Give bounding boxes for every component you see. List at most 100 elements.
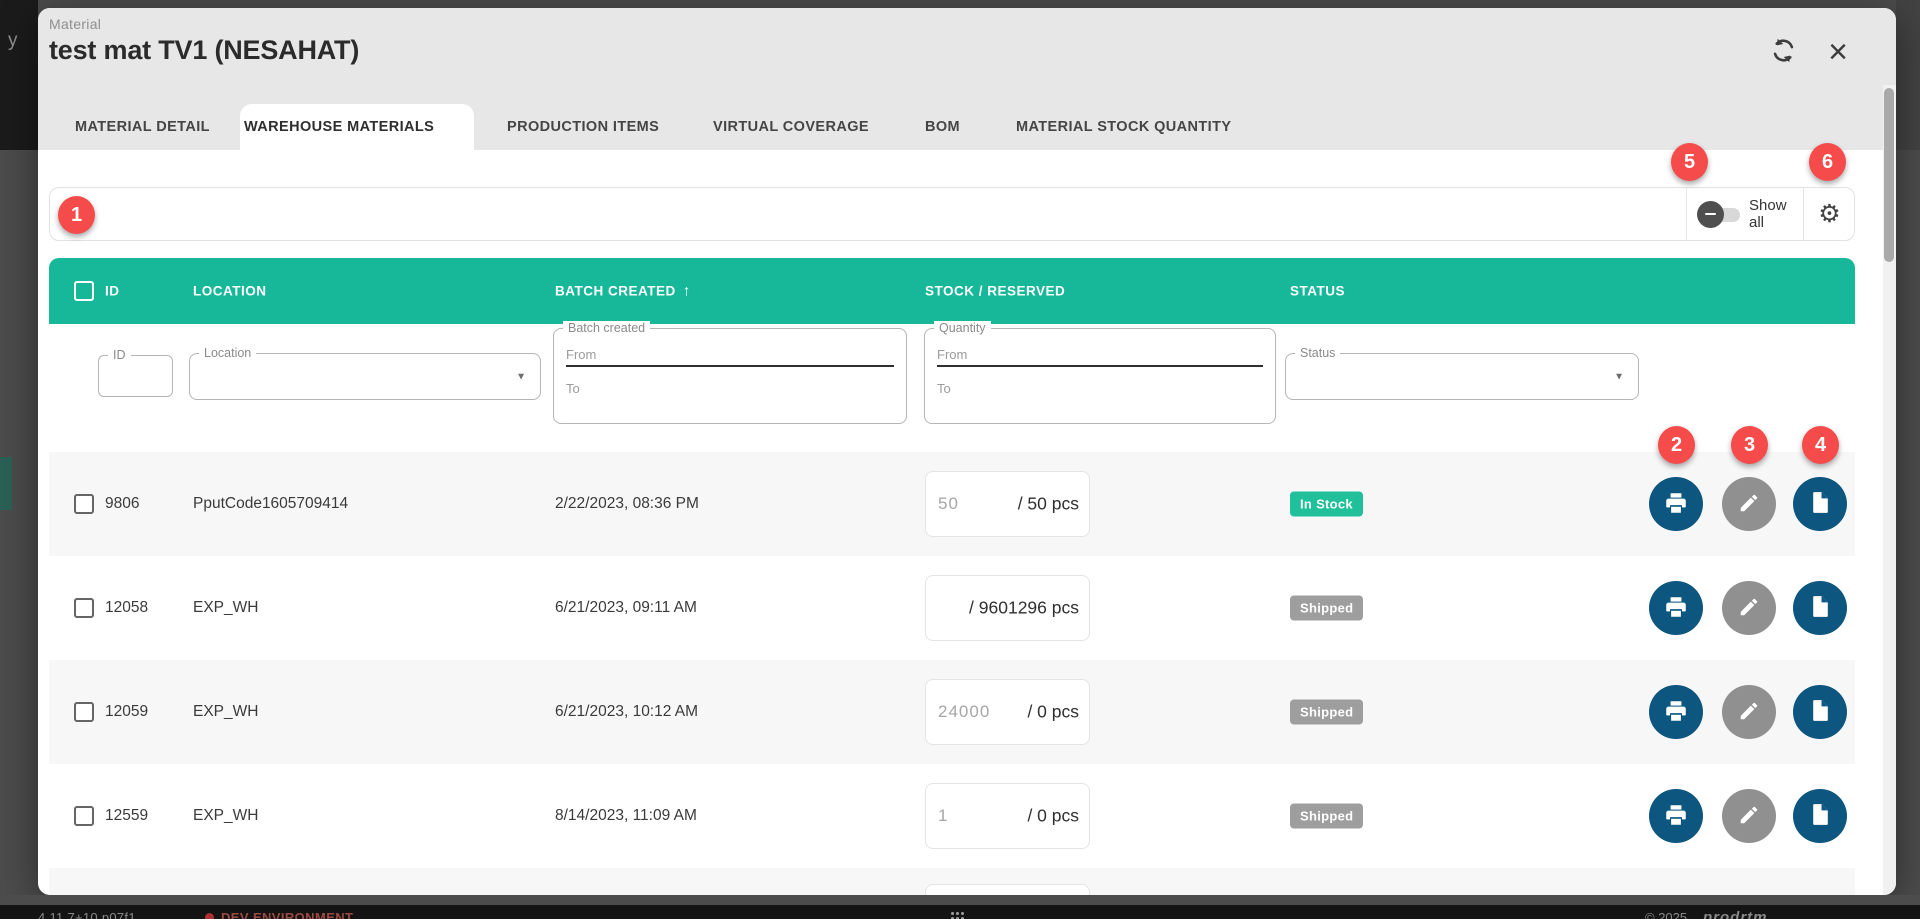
chevron-down-icon: ▼ bbox=[1614, 371, 1624, 382]
document-button[interactable] bbox=[1793, 581, 1847, 635]
cell-id: 12559 bbox=[105, 807, 148, 825]
status-filter-select[interactable]: Status ▼ bbox=[1285, 353, 1639, 400]
sidebar-sliver: y bbox=[0, 0, 38, 150]
column-header-location: LOCATION bbox=[193, 284, 267, 299]
tab-production-items[interactable]: PRODUCTION ITEMS bbox=[507, 119, 659, 135]
cell-id: 9806 bbox=[105, 495, 139, 513]
batch-created-to-input[interactable] bbox=[566, 376, 894, 400]
search-area[interactable] bbox=[50, 188, 1686, 240]
id-filter-field[interactable]: ID bbox=[98, 355, 173, 397]
cell-batch-created: 6/21/2023, 09:11 AM bbox=[555, 599, 697, 617]
status-filter-label: Status bbox=[1295, 346, 1340, 360]
row-checkbox[interactable] bbox=[74, 494, 94, 514]
document-button[interactable] bbox=[1793, 685, 1847, 739]
cell-batch-created: 2/22/2023, 08:36 PM bbox=[555, 495, 699, 513]
edit-button[interactable] bbox=[1722, 789, 1776, 843]
batch-created-filter-group: Batch created bbox=[553, 328, 907, 424]
quantity-from-input[interactable] bbox=[937, 343, 1263, 367]
quantity-filter-group: Quantity bbox=[924, 328, 1276, 424]
status-badge: Shipped bbox=[1290, 700, 1363, 725]
refresh-button[interactable] bbox=[1763, 32, 1803, 72]
gear-icon: ⚙ bbox=[1818, 199, 1840, 229]
file-icon bbox=[1808, 490, 1833, 518]
stock-total-label: / 9601296 pcs bbox=[969, 598, 1079, 619]
tab-material-detail[interactable]: MATERIAL DETAIL bbox=[75, 119, 210, 135]
printer-icon bbox=[1663, 594, 1689, 623]
stock-quantity-input[interactable] bbox=[938, 702, 996, 722]
stock-quantity-input[interactable] bbox=[938, 806, 996, 826]
tab-bom[interactable]: BOM bbox=[925, 119, 960, 135]
print-button[interactable] bbox=[1649, 685, 1703, 739]
material-modal: Material test mat TV1 (NESAHAT) × MATERI… bbox=[38, 8, 1896, 895]
show-all-section: Show all bbox=[1686, 188, 1803, 240]
column-header-batch-created[interactable]: BATCH CREATED↑ bbox=[555, 283, 691, 300]
row-checkbox[interactable] bbox=[74, 702, 94, 722]
table-header: ID LOCATION BATCH CREATED↑ STOCK / RESER… bbox=[49, 258, 1855, 324]
batch-created-filter-label: Batch created bbox=[563, 321, 650, 335]
app-footer: 4.11.7+10.p07f1 DEV ENVIRONMENT © 2025 p… bbox=[0, 905, 1920, 919]
stock-reserved-box: / 0 pcs bbox=[925, 783, 1090, 849]
table-row-partial bbox=[49, 868, 1855, 895]
close-button[interactable]: × bbox=[1818, 32, 1858, 72]
stock-quantity-input[interactable] bbox=[938, 494, 996, 514]
location-filter-label: Location bbox=[199, 346, 256, 360]
refresh-icon bbox=[1770, 37, 1797, 67]
settings-button[interactable]: ⚙ bbox=[1803, 188, 1855, 240]
tab-material-stock-quantity[interactable]: MATERIAL STOCK QUANTITY bbox=[1016, 119, 1231, 135]
table-row: 12058 EXP_WH 6/21/2023, 09:11 AM / 96012… bbox=[49, 556, 1855, 660]
show-all-toggle[interactable] bbox=[1697, 201, 1741, 228]
row-checkbox[interactable] bbox=[74, 806, 94, 826]
tab-virtual-coverage[interactable]: VIRTUAL COVERAGE bbox=[713, 119, 869, 135]
annotation-badge-4: 4 bbox=[1802, 426, 1839, 464]
printer-icon bbox=[1663, 698, 1689, 727]
quantity-to-input[interactable] bbox=[937, 376, 1263, 400]
environment-dot-icon bbox=[205, 913, 214, 919]
brand-logo: prodrtm bbox=[1703, 909, 1768, 919]
edit-button[interactable] bbox=[1722, 581, 1776, 635]
edit-button[interactable] bbox=[1722, 685, 1776, 739]
stock-reserved-box: / 9601296 pcs bbox=[925, 575, 1090, 641]
pencil-icon bbox=[1738, 700, 1760, 725]
select-all-checkbox[interactable] bbox=[74, 281, 94, 301]
table-row: 9806 PputCode1605709414 2/22/2023, 08:36… bbox=[49, 452, 1855, 556]
batch-created-from-input[interactable] bbox=[566, 343, 894, 367]
modal-scrollbar-thumb[interactable] bbox=[1884, 88, 1894, 262]
document-button[interactable] bbox=[1793, 789, 1847, 843]
tab-warehouse-materials[interactable]: WAREHOUSE MATERIALS bbox=[244, 119, 434, 135]
annotation-badge-3: 3 bbox=[1731, 426, 1768, 464]
stock-reserved-box: / 50 pcs bbox=[925, 471, 1090, 537]
show-all-label: Show all bbox=[1749, 197, 1803, 231]
print-button[interactable] bbox=[1649, 789, 1703, 843]
document-button[interactable] bbox=[1793, 477, 1847, 531]
pencil-icon bbox=[1738, 596, 1760, 621]
modal-header: Material test mat TV1 (NESAHAT) × MATERI… bbox=[38, 8, 1896, 150]
stock-total-label: / 50 pcs bbox=[1018, 494, 1079, 515]
print-button[interactable] bbox=[1649, 581, 1703, 635]
location-filter-select[interactable]: Location ▼ bbox=[189, 353, 541, 400]
column-header-stock-reserved: STOCK / RESERVED bbox=[925, 284, 1065, 299]
app-grid-icon[interactable] bbox=[950, 911, 964, 919]
pencil-icon bbox=[1738, 492, 1760, 517]
copyright: © 2025 bbox=[1645, 910, 1687, 919]
print-button[interactable] bbox=[1649, 477, 1703, 531]
stock-reserved-box bbox=[925, 884, 1090, 895]
filter-row: ID Location ▼ Batch created Quantity Sta… bbox=[38, 324, 1896, 452]
cell-location: EXP_WH bbox=[193, 599, 258, 617]
id-filter-input[interactable] bbox=[103, 360, 168, 392]
environment-label: DEV ENVIRONMENT bbox=[221, 910, 353, 919]
cell-id: 12058 bbox=[105, 599, 148, 617]
printer-icon bbox=[1663, 490, 1689, 519]
backdrop-gap bbox=[0, 895, 1920, 905]
edit-button[interactable] bbox=[1722, 477, 1776, 531]
screen: y Material test mat TV1 (NESAHAT) × bbox=[0, 0, 1920, 919]
cell-id: 12059 bbox=[105, 703, 148, 721]
close-icon: × bbox=[1828, 35, 1848, 69]
table-row: 12559 EXP_WH 8/14/2023, 11:09 AM / 0 pcs… bbox=[49, 764, 1855, 868]
annotation-badge-5: 5 bbox=[1671, 143, 1708, 181]
sort-asc-icon: ↑ bbox=[683, 283, 691, 300]
file-icon bbox=[1808, 802, 1833, 830]
stock-total-label: / 0 pcs bbox=[1027, 702, 1079, 723]
modal-eyebrow: Material bbox=[49, 16, 101, 32]
row-checkbox[interactable] bbox=[74, 598, 94, 618]
chevron-down-icon: ▼ bbox=[516, 371, 526, 382]
